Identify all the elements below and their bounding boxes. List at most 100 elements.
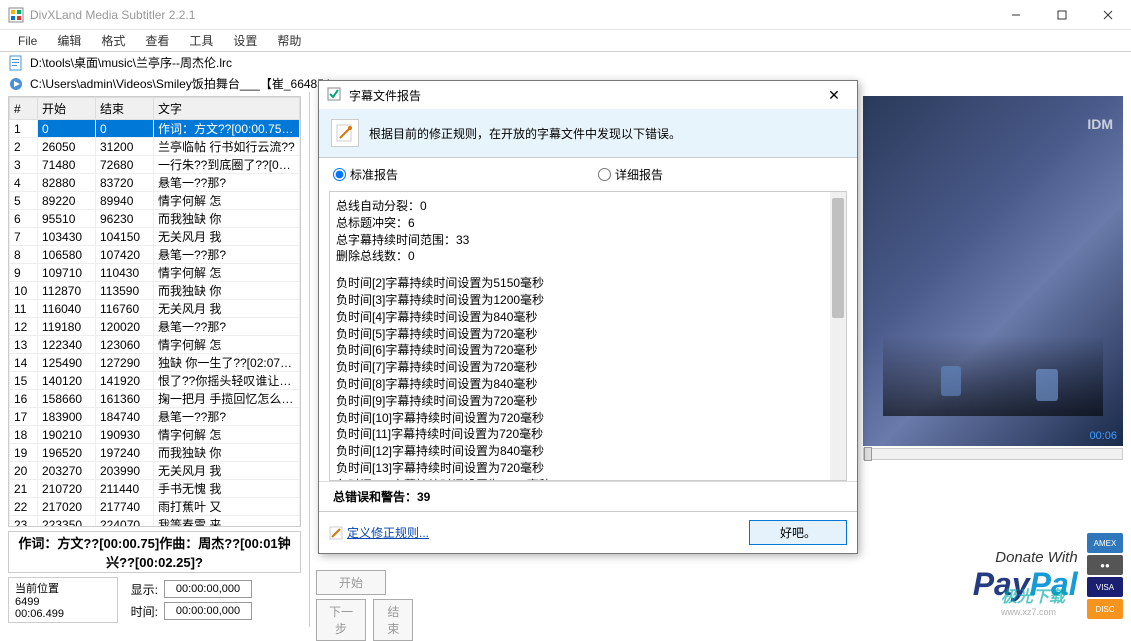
table-row[interactable]: 13122340123060情字何解 怎 xyxy=(10,336,300,354)
table-row[interactable]: 69551096230而我独缺 你 xyxy=(10,210,300,228)
table-row[interactable]: 100作词：方文??[00:00.75]作曲 xyxy=(10,120,300,138)
show-label: 显示: xyxy=(126,581,158,598)
donate-section[interactable]: Donate With PayPal AMEX ●● VISA DISC xyxy=(863,533,1123,619)
error-line: 负时间[11]字幕持续时间设置为720毫秒 xyxy=(336,426,840,443)
table-row[interactable]: 17183900184740悬笔一??那? xyxy=(10,408,300,426)
table-row[interactable]: 37148072680一行朱??到底圈了??[01:16.6 xyxy=(10,156,300,174)
video-timestamp: 00:06 xyxy=(1089,430,1117,442)
subtitle-text-editor[interactable]: 作词：方文??[00:00.75]作曲：周杰??[00:01钟兴??[00:02… xyxy=(8,531,301,573)
end-button[interactable]: 结束 xyxy=(373,599,413,641)
table-row[interactable]: 20203270203990无关风月 我 xyxy=(10,462,300,480)
menu-工具[interactable]: 工具 xyxy=(179,30,223,51)
table-row[interactable]: 18190210190930情字何解 怎 xyxy=(10,426,300,444)
titlebar: DivXLand Media Subtitler 2.2.1 xyxy=(0,0,1131,30)
error-line: 负时间[3]字幕持续时间设置为1200毫秒 xyxy=(336,292,840,309)
donate-label: Donate With xyxy=(973,549,1078,566)
window-title: DivXLand Media Subtitler 2.2.1 xyxy=(30,8,993,22)
error-summary: 总错误和警告：39 xyxy=(319,481,857,511)
app-icon xyxy=(8,7,24,23)
table-row[interactable]: 15140120141920恨了??你摇头轻叹谁让你蹙 xyxy=(10,372,300,390)
paypal-logo: PayPal xyxy=(973,566,1078,603)
report-body[interactable]: 总线自动分裂：0总标题冲突：6总字幕持续时间范围：33删除总线数：0 负时间[2… xyxy=(329,191,847,481)
error-line: 负时间[9]字幕持续时间设置为720毫秒 xyxy=(336,393,840,410)
table-row[interactable]: 9109710110430情字何解 怎 xyxy=(10,264,300,282)
minimize-button[interactable] xyxy=(993,0,1039,30)
error-line: 负时间[14]字幕持续时间设置为1800毫秒 xyxy=(336,477,840,481)
dialog-banner-text: 根据目前的修正规则，在开放的字幕文件中发现以下错误。 xyxy=(369,125,681,142)
detailed-report-radio[interactable]: 详细报告 xyxy=(598,166,663,183)
current-position-box: 当前位置 6499 00:06.499 xyxy=(8,577,118,623)
column-header[interactable]: # xyxy=(10,98,38,120)
error-line: 负时间[12]字幕持续时间设置为840毫秒 xyxy=(336,443,840,460)
column-header[interactable]: 结束 xyxy=(96,98,154,120)
table-row[interactable]: 48288083720悬笔一??那? xyxy=(10,174,300,192)
menu-格式[interactable]: 格式 xyxy=(91,30,135,51)
summary-line: 总字幕持续时间范围：33 xyxy=(336,232,840,249)
note-icon xyxy=(331,119,359,147)
mastercard-icon: ●● xyxy=(1087,555,1123,575)
menu-编辑[interactable]: 编辑 xyxy=(47,30,91,51)
menu-file[interactable]: File xyxy=(8,32,47,50)
summary-line: 删除总线数：0 xyxy=(336,248,840,265)
card-icons: AMEX ●● VISA DISC xyxy=(1087,533,1123,619)
position-value-1: 6499 xyxy=(15,596,111,608)
column-header[interactable]: 开始 xyxy=(38,98,96,120)
error-line: 负时间[7]字幕持续时间设置为720毫秒 xyxy=(336,359,840,376)
summary-line: 总线自动分裂：0 xyxy=(336,198,840,215)
error-line: 负时间[4]字幕持续时间设置为840毫秒 xyxy=(336,309,840,326)
table-row[interactable]: 22217020217740雨打蕉叶 又 xyxy=(10,498,300,516)
table-row[interactable]: 58922089940情字何解 怎 xyxy=(10,192,300,210)
error-line: 负时间[5]字幕持续时间设置为720毫秒 xyxy=(336,326,840,343)
time-label: 时间: xyxy=(126,603,158,620)
ok-button[interactable]: 好吧。 xyxy=(749,520,847,545)
table-row[interactable]: 10112870113590而我独缺 你 xyxy=(10,282,300,300)
position-label: 当前位置 xyxy=(15,580,111,596)
dialog-icon xyxy=(327,87,343,103)
table-row[interactable]: 7103430104150无关风月 我 xyxy=(10,228,300,246)
table-row[interactable]: 22605031200兰亭临帖 行书如行云流?? xyxy=(10,138,300,156)
maximize-button[interactable] xyxy=(1039,0,1085,30)
subtitle-file-path: D:\tools\桌面\music\兰亭序--周杰伦.lrc xyxy=(0,52,1131,73)
scrollbar[interactable] xyxy=(830,192,846,480)
discover-icon: DISC xyxy=(1087,599,1123,619)
close-button[interactable] xyxy=(1085,0,1131,30)
subtitle-report-dialog: 字幕文件报告 ✕ 根据目前的修正规则，在开放的字幕文件中发现以下错误。 标准报告… xyxy=(318,80,858,554)
start-button[interactable]: 开始 xyxy=(316,570,386,595)
table-row[interactable]: 14125490127290独缺 你一生了??[02:07.06]弹 xyxy=(10,354,300,372)
menu-查看[interactable]: 查看 xyxy=(135,30,179,51)
table-row[interactable]: 23223350224070我等春雷 来 xyxy=(10,516,300,528)
time-field[interactable]: 00:00:00,000 xyxy=(164,602,252,620)
summary-line: 总标题冲突：6 xyxy=(336,215,840,232)
video-badge: IDM xyxy=(1087,116,1113,132)
dialog-close-button[interactable]: ✕ xyxy=(819,87,849,104)
error-line: 负时间[10]字幕持续时间设置为720毫秒 xyxy=(336,410,840,427)
table-row[interactable]: 19196520197240而我独缺 你 xyxy=(10,444,300,462)
table-row[interactable]: 11116040116760无关风月 我 xyxy=(10,300,300,318)
position-value-2: 00:06.499 xyxy=(15,608,111,620)
visa-icon: VISA xyxy=(1087,577,1123,597)
error-line: 负时间[6]字幕持续时间设置为720毫秒 xyxy=(336,342,840,359)
media-icon xyxy=(8,76,24,92)
define-rules-link[interactable]: 定义修正规则... xyxy=(329,524,429,541)
menu-帮助[interactable]: 帮助 xyxy=(267,30,311,51)
video-path-text: C:\Users\admin\Videos\Smiley饭拍舞台___【崔_66… xyxy=(30,75,331,92)
show-time-field[interactable]: 00:00:00,000 xyxy=(164,580,252,598)
menu-设置[interactable]: 设置 xyxy=(223,30,267,51)
document-icon xyxy=(8,55,24,71)
table-row[interactable]: 21210720211440手书无愧 我 xyxy=(10,480,300,498)
error-line: 负时间[13]字幕持续时间设置为720毫秒 xyxy=(336,460,840,477)
video-seekbar[interactable] xyxy=(863,448,1123,460)
standard-report-radio[interactable]: 标准报告 xyxy=(333,166,398,183)
menubar: File编辑格式查看工具设置帮助 xyxy=(0,30,1131,52)
subtitle-path-text: D:\tools\桌面\music\兰亭序--周杰伦.lrc xyxy=(30,54,232,71)
table-row[interactable]: 8106580107420悬笔一??那? xyxy=(10,246,300,264)
dialog-title: 字幕文件报告 xyxy=(349,87,421,104)
table-row[interactable]: 12119180120020悬笔一??那? xyxy=(10,318,300,336)
error-line: 负时间[8]字幕持续时间设置为840毫秒 xyxy=(336,376,840,393)
subtitle-table[interactable]: #开始结束文字 100作词：方文??[00:00.75]作曲2260503120… xyxy=(8,96,301,527)
column-header[interactable]: 文字 xyxy=(154,98,300,120)
amex-icon: AMEX xyxy=(1087,533,1123,553)
table-row[interactable]: 16158660161360掬一把月 手揽回忆怎么??[0 xyxy=(10,390,300,408)
next-button[interactable]: 下一步 xyxy=(316,599,366,641)
video-preview[interactable]: IDM 00:06 xyxy=(863,96,1123,446)
